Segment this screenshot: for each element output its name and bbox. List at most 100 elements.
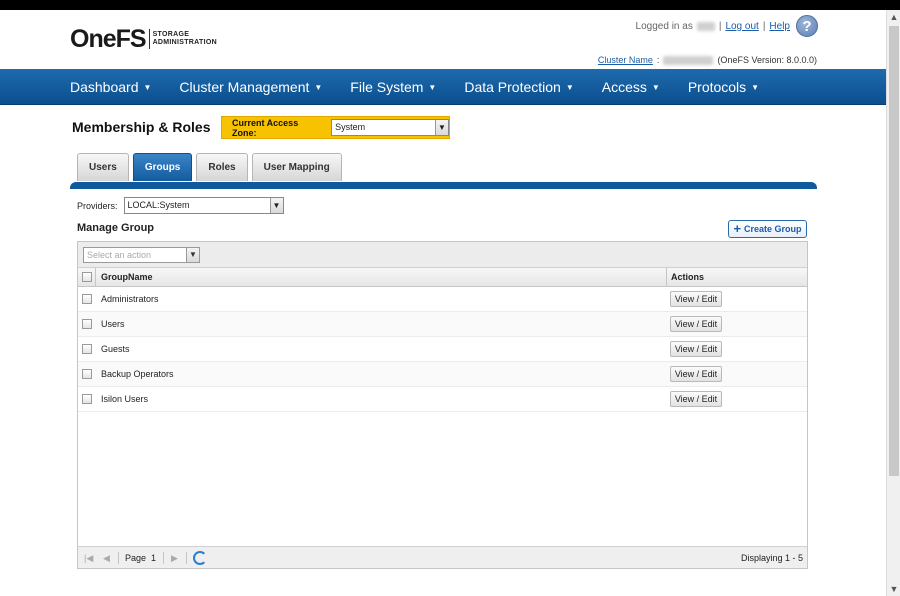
plus-icon: +: [733, 221, 742, 236]
window-top-bar: [0, 0, 900, 10]
group-name: Guests: [101, 344, 130, 354]
logout-link[interactable]: Log out: [725, 21, 758, 32]
nav-label: Dashboard: [70, 79, 139, 95]
create-group-label: Create Group: [744, 224, 802, 234]
row-checkbox[interactable]: [82, 369, 92, 379]
grid-pager: |◀ ◀ Page 1 ▶ Displaying 1 - 5: [78, 546, 807, 568]
help-icon[interactable]: ?: [796, 15, 818, 37]
chevron-down-icon: ▼: [651, 83, 660, 92]
providers-select[interactable]: LOCAL:System ▼: [123, 197, 284, 214]
scroll-down-icon[interactable]: ▼: [887, 582, 900, 596]
prev-page-icon[interactable]: ◀: [103, 547, 110, 569]
onefs-logo: OneFS STORAGE ADMINISTRATION: [70, 26, 217, 52]
groups-grid: Select an action ▼ GroupName Actions Adm…: [77, 241, 808, 569]
colon: :: [656, 55, 660, 65]
tab-user-mapping[interactable]: User Mapping: [251, 153, 342, 181]
nav-label: Protocols: [687, 79, 747, 95]
access-zone-select[interactable]: System ▼: [331, 119, 449, 136]
view-edit-button[interactable]: View / Edit: [670, 316, 722, 332]
providers-filter: Providers: LOCAL:System ▼: [77, 197, 284, 214]
nav-dashboard[interactable]: Dashboard ▼: [70, 69, 151, 105]
separator: |: [718, 20, 722, 32]
column-header-groupname[interactable]: GroupName: [101, 268, 153, 287]
table-row[interactable]: Users View / Edit: [78, 312, 807, 337]
page-title: Membership & Roles: [72, 119, 211, 135]
view-edit-button[interactable]: View / Edit: [670, 391, 722, 407]
bulk-action-select[interactable]: Select an action ▼: [83, 247, 200, 263]
chevron-down-icon: ▼: [751, 83, 760, 92]
view-edit-button[interactable]: View / Edit: [670, 291, 722, 307]
row-checkbox[interactable]: [82, 344, 92, 354]
nav-label: Access: [601, 79, 647, 95]
table-row[interactable]: Backup Operators View / Edit: [78, 362, 807, 387]
cluster-name-redacted: [663, 55, 714, 65]
group-name: Backup Operators: [101, 369, 174, 379]
table-row[interactable]: Isilon Users View / Edit: [78, 387, 807, 412]
nav-access[interactable]: Access ▼: [602, 69, 660, 105]
vertical-scrollbar[interactable]: ▲ ▼: [886, 10, 900, 596]
page-indicator: Page 1: [125, 547, 156, 569]
section-tabs: Users Groups Roles User Mapping: [77, 153, 342, 181]
tab-underline: [70, 182, 817, 189]
first-page-icon[interactable]: |◀: [84, 547, 93, 569]
nav-data-protection[interactable]: Data Protection ▼: [464, 69, 573, 105]
table-row[interactable]: Administrators View / Edit: [78, 287, 807, 312]
scroll-thumb[interactable]: [889, 26, 899, 476]
nav-label: File System: [350, 79, 424, 95]
manage-group-title: Manage Group: [77, 222, 155, 234]
logo-tagline: STORAGE ADMINISTRATION: [153, 31, 217, 47]
pager-divider: [118, 552, 119, 564]
nav-file-system[interactable]: File System ▼: [350, 69, 436, 105]
view-edit-button[interactable]: View / Edit: [670, 341, 722, 357]
logo-divider: [148, 29, 150, 49]
access-zone-panel: Current Access Zone: System ▼: [221, 116, 450, 139]
grid-header: GroupName Actions: [78, 268, 807, 287]
access-zone-label: Current Access Zone:: [232, 117, 299, 138]
chevron-down-icon[interactable]: ▼: [435, 120, 448, 135]
create-group-button[interactable]: + Create Group: [728, 220, 807, 238]
logo-tag-line2: ADMINISTRATION: [152, 39, 217, 46]
chevron-down-icon: ▼: [143, 83, 152, 92]
tab-groups[interactable]: Groups: [132, 153, 193, 181]
page-number[interactable]: 1: [151, 553, 156, 563]
page-label: Page: [125, 553, 147, 563]
separator: |: [762, 20, 766, 32]
username-redacted: [696, 21, 715, 31]
access-zone-value: System: [335, 122, 366, 132]
grid-toolbar: Select an action ▼: [78, 242, 807, 268]
row-checkbox[interactable]: [82, 319, 92, 329]
logo-text: OneFS: [70, 25, 147, 53]
chevron-down-icon: ▼: [565, 83, 574, 92]
row-checkbox[interactable]: [82, 394, 92, 404]
refresh-icon[interactable]: [193, 551, 207, 565]
help-link[interactable]: Help: [769, 21, 790, 32]
providers-value: LOCAL:System: [127, 200, 190, 210]
column-divider: [95, 268, 96, 287]
pager-divider: [186, 552, 187, 564]
chevron-down-icon: ▼: [428, 83, 437, 92]
chevron-down-icon[interactable]: ▼: [186, 248, 199, 262]
nav-label: Data Protection: [464, 79, 561, 95]
logged-in-label: Logged in as: [635, 20, 693, 32]
tab-users[interactable]: Users: [77, 153, 129, 181]
providers-label: Providers:: [77, 200, 118, 211]
group-name: Users: [101, 319, 125, 329]
nav-cluster-management[interactable]: Cluster Management ▼: [179, 69, 322, 105]
group-name: Isilon Users: [101, 394, 149, 404]
onefs-version: (OneFS Version: 8.0.0.0): [717, 55, 817, 65]
bulk-action-placeholder: Select an action: [87, 250, 152, 260]
chevron-down-icon[interactable]: ▼: [269, 198, 283, 213]
view-edit-button[interactable]: View / Edit: [670, 366, 722, 382]
table-row[interactable]: Guests View / Edit: [78, 337, 807, 362]
select-all-checkbox[interactable]: [82, 272, 92, 282]
cluster-name-label: Cluster Name: [597, 55, 653, 65]
displaying-count: Displaying 1 - 5: [740, 553, 803, 563]
pager-divider: [163, 552, 164, 564]
tab-roles[interactable]: Roles: [196, 153, 248, 181]
cluster-name-link[interactable]: Cluster Name: [598, 55, 653, 65]
scroll-up-icon[interactable]: ▲: [887, 10, 900, 24]
nav-protocols[interactable]: Protocols ▼: [688, 69, 759, 105]
row-checkbox[interactable]: [82, 294, 92, 304]
column-header-actions: Actions: [666, 268, 704, 287]
next-page-icon[interactable]: ▶: [171, 547, 178, 569]
